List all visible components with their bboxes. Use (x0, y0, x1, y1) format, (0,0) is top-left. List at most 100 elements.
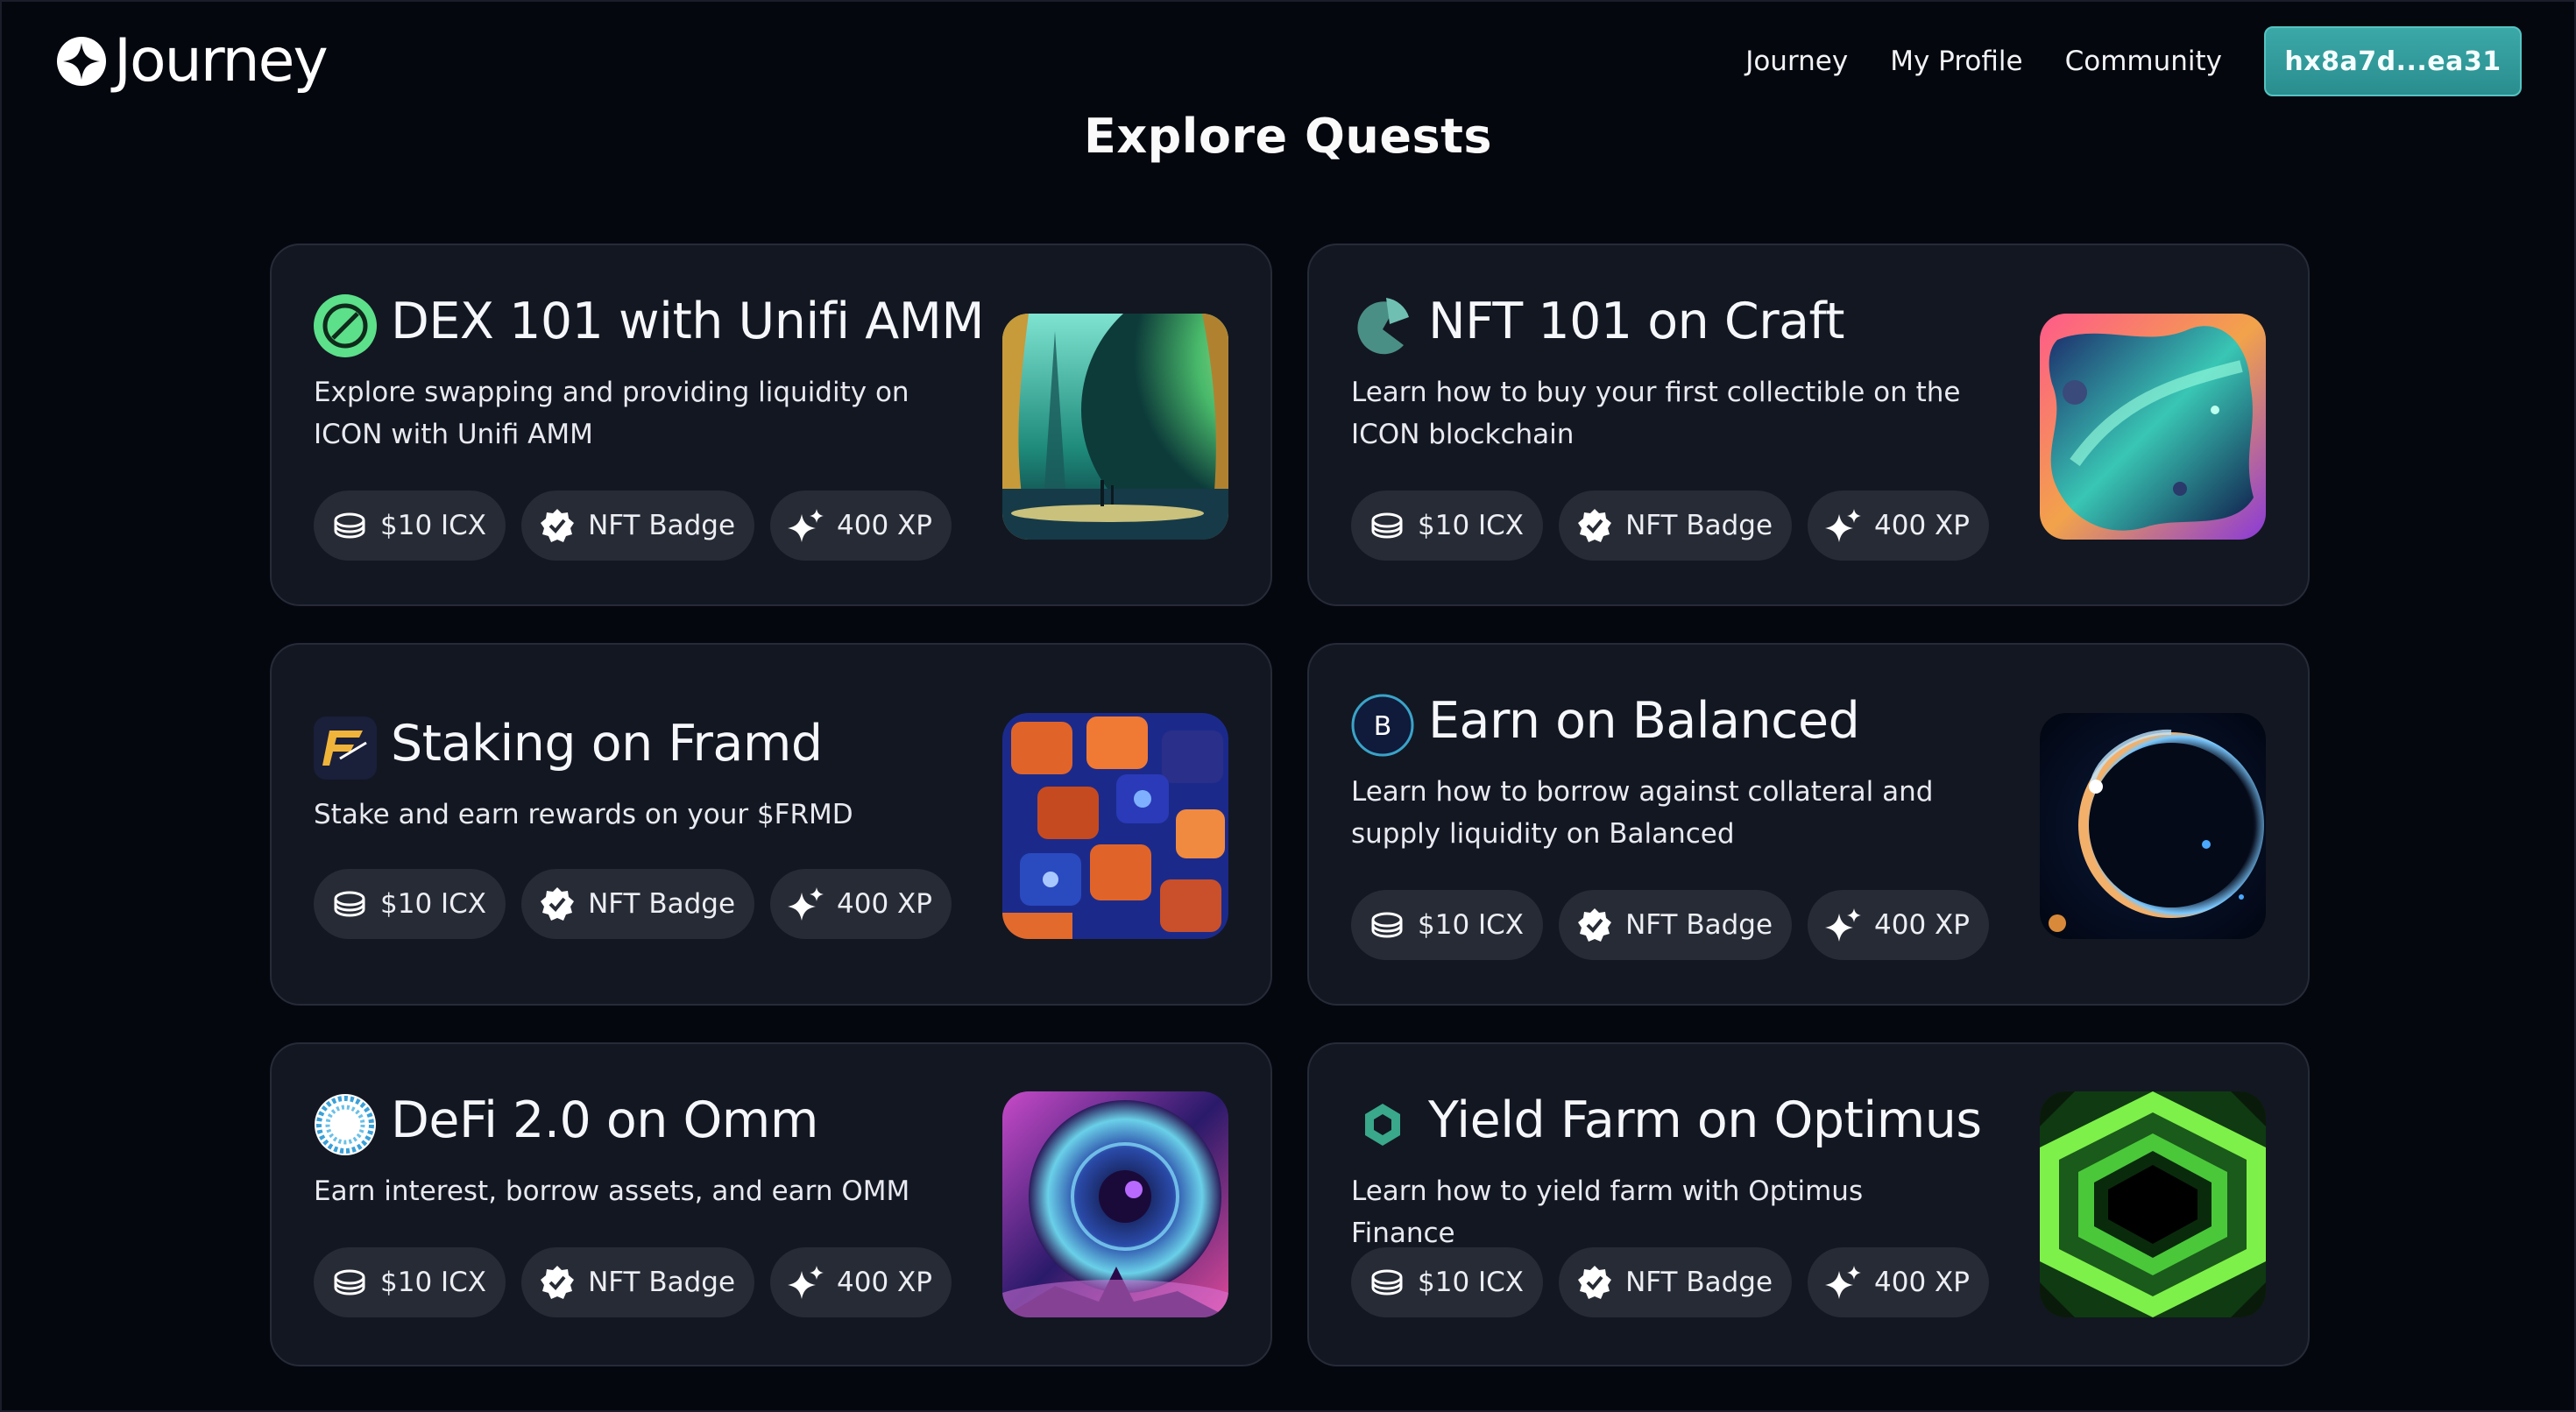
reward-badge-tag: NFT Badge (1559, 491, 1793, 561)
coin-stack-icon (1371, 512, 1403, 539)
reward-xp-tag: 400 XP (1808, 1247, 1989, 1317)
verified-badge-icon (541, 887, 575, 921)
reward-xp-tag: 400 XP (770, 491, 952, 561)
sparkles-icon (1825, 908, 1862, 942)
reward-token-tag: $10 ICX (314, 869, 506, 939)
reward-badge-label: NFT Badge (588, 888, 736, 920)
quest-artwork (1002, 713, 1228, 939)
quest-title: DeFi 2.0 on Omm (391, 1091, 818, 1149)
journey-star-icon (57, 37, 106, 86)
balanced-logo-icon: B (1351, 694, 1414, 757)
quest-artwork (2040, 713, 2266, 939)
reward-badge-label: NFT Badge (1625, 510, 1773, 541)
nav-journey[interactable]: Journey (1745, 46, 1848, 77)
reward-tags: $10 ICX NFT Badge 400 XP (1351, 491, 1989, 561)
verified-badge-icon (1578, 1266, 1612, 1299)
reward-badge-label: NFT Badge (588, 1267, 736, 1298)
coin-stack-icon (1371, 1269, 1403, 1296)
verified-badge-icon (1578, 908, 1612, 942)
quest-title: DEX 101 with Unifi AMM (391, 293, 985, 350)
quest-card-omm[interactable]: DeFi 2.0 on Omm Earn interest, borrow as… (270, 1042, 1272, 1366)
reward-token-label: $10 ICX (380, 510, 487, 541)
omm-logo-icon (315, 1094, 376, 1155)
reward-xp-label: 400 XP (837, 888, 932, 920)
quest-card-unifi[interactable]: DEX 101 with Unifi AMM Explore swapping … (270, 244, 1272, 606)
reward-xp-tag: 400 XP (1808, 491, 1989, 561)
cosmic-swirl-image (2040, 314, 2266, 540)
reward-xp-label: 400 XP (1874, 1267, 1970, 1298)
reward-token-label: $10 ICX (380, 888, 487, 920)
reward-tags: $10 ICX NFT Badge 400 XP (1351, 1247, 1989, 1317)
reward-token-label: $10 ICX (1418, 909, 1525, 941)
reward-badge-tag: NFT Badge (1559, 1247, 1793, 1317)
sparkles-icon (1825, 1266, 1862, 1299)
reward-token-tag: $10 ICX (1351, 890, 1544, 960)
sparkles-icon (788, 509, 824, 542)
reward-xp-label: 400 XP (1874, 510, 1970, 541)
reward-badge-tag: NFT Badge (521, 1247, 755, 1317)
unifi-logo-icon (314, 294, 377, 357)
page-title: Explore Quests (1083, 109, 1493, 164)
verified-badge-icon (541, 1266, 575, 1299)
coin-stack-icon (334, 891, 365, 917)
quest-title: Earn on Balanced (1428, 692, 1860, 750)
reward-token-tag: $10 ICX (314, 1247, 506, 1317)
quest-card-framd[interactable]: Staking on Framd Stake and earn rewards … (270, 643, 1272, 1006)
quest-title: Staking on Framd (391, 715, 823, 773)
reward-xp-label: 400 XP (837, 510, 932, 541)
reward-badge-tag: NFT Badge (1559, 890, 1793, 960)
hexagon-tunnel-image (2040, 1091, 2266, 1317)
sci-fi-landscape-image (1002, 314, 1228, 540)
framd-logo-icon (314, 717, 377, 780)
quest-artwork (1002, 314, 1228, 540)
reward-badge-tag: NFT Badge (521, 491, 755, 561)
reward-xp-tag: 400 XP (770, 1247, 952, 1317)
sparkles-icon (788, 1266, 824, 1299)
sparkles-icon (788, 887, 824, 921)
quest-description: Learn how to buy your first collectible … (1351, 377, 1961, 450)
quest-title: Yield Farm on Optimus (1428, 1091, 1982, 1149)
wallet-button[interactable]: hx8a7d...ea31 (2264, 26, 2522, 96)
reward-tags: $10 ICX NFT Badge 400 XP (314, 869, 952, 939)
coin-stack-icon (334, 512, 365, 539)
reward-token-tag: $10 ICX (314, 491, 506, 561)
quest-card-balanced[interactable]: B Earn on Balanced Learn how to borrow a… (1307, 643, 2310, 1006)
page: Journey Journey My Profile Community hx8… (0, 0, 2576, 1412)
reward-badge-label: NFT Badge (1625, 909, 1773, 941)
quest-description: Learn how to yield farm with Optimus Fin… (1351, 1175, 1864, 1249)
verified-badge-icon (1578, 509, 1612, 542)
nav-community[interactable]: Community (2065, 46, 2222, 77)
quest-card-craft[interactable]: NFT 101 on Craft Learn how to buy your f… (1307, 244, 2310, 606)
sparkles-icon (1825, 509, 1862, 542)
top-nav: Journey My Profile Community hx8a7d...ea… (1745, 26, 2522, 96)
quest-description: Explore swapping and providing liquidity… (314, 377, 909, 450)
reward-token-label: $10 ICX (380, 1267, 487, 1298)
reward-badge-label: NFT Badge (588, 510, 736, 541)
quest-artwork (2040, 1091, 2266, 1317)
quest-artwork (2040, 314, 2266, 540)
reward-badge-label: NFT Badge (1625, 1267, 1773, 1298)
reward-token-label: $10 ICX (1418, 1267, 1525, 1298)
balanced-logo-letter: B (1374, 711, 1392, 742)
coin-stack-icon (1371, 912, 1403, 938)
quest-description: Earn interest, borrow assets, and earn O… (314, 1175, 910, 1207)
optimus-logo-icon (1365, 1104, 1400, 1146)
nav-my-profile[interactable]: My Profile (1890, 46, 2022, 77)
coin-stack-icon (334, 1269, 365, 1296)
reward-xp-tag: 400 XP (1808, 890, 1989, 960)
quest-artwork (1002, 1091, 1228, 1317)
reward-xp-label: 400 XP (837, 1267, 932, 1298)
craft-logo-icon (1357, 298, 1409, 355)
reward-xp-label: 400 XP (1874, 909, 1970, 941)
brand-logo[interactable]: Journey (56, 26, 329, 95)
reward-badge-tag: NFT Badge (521, 869, 755, 939)
cosmic-portal-image (1002, 1091, 1228, 1317)
quest-description: Stake and earn rewards on your $FRMD (314, 799, 853, 830)
reward-xp-tag: 400 XP (770, 869, 952, 939)
brand-name: Journey (114, 26, 329, 95)
verified-badge-icon (541, 509, 575, 542)
reward-token-label: $10 ICX (1418, 510, 1525, 541)
isometric-cubes-image (1002, 713, 1228, 939)
quest-card-optimus[interactable]: Yield Farm on Optimus Learn how to yield… (1307, 1042, 2310, 1366)
reward-token-tag: $10 ICX (1351, 491, 1544, 561)
